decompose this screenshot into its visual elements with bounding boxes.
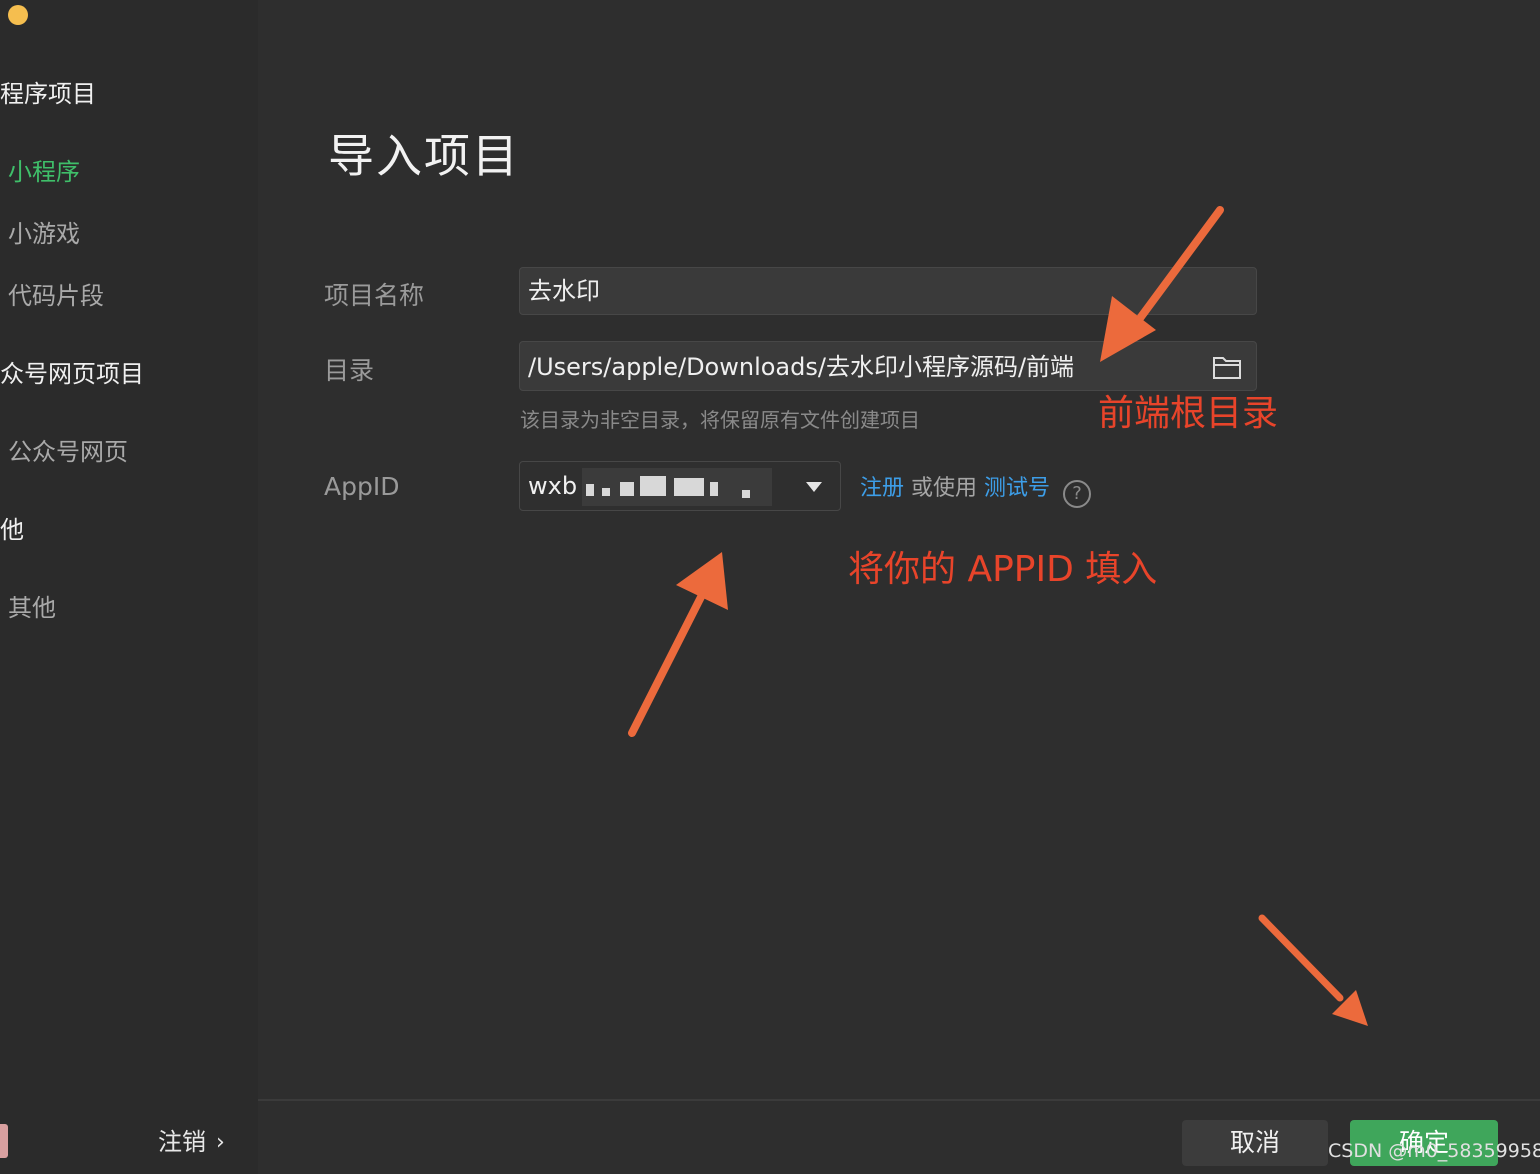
annotation-arrows — [628, 206, 1368, 1026]
arrow-to-confirm — [1258, 914, 1368, 1026]
watermark: CSDN @m0_58359958 — [1328, 1140, 1540, 1162]
arrow-to-appid — [628, 552, 728, 737]
arrow-to-directory — [1100, 206, 1224, 362]
